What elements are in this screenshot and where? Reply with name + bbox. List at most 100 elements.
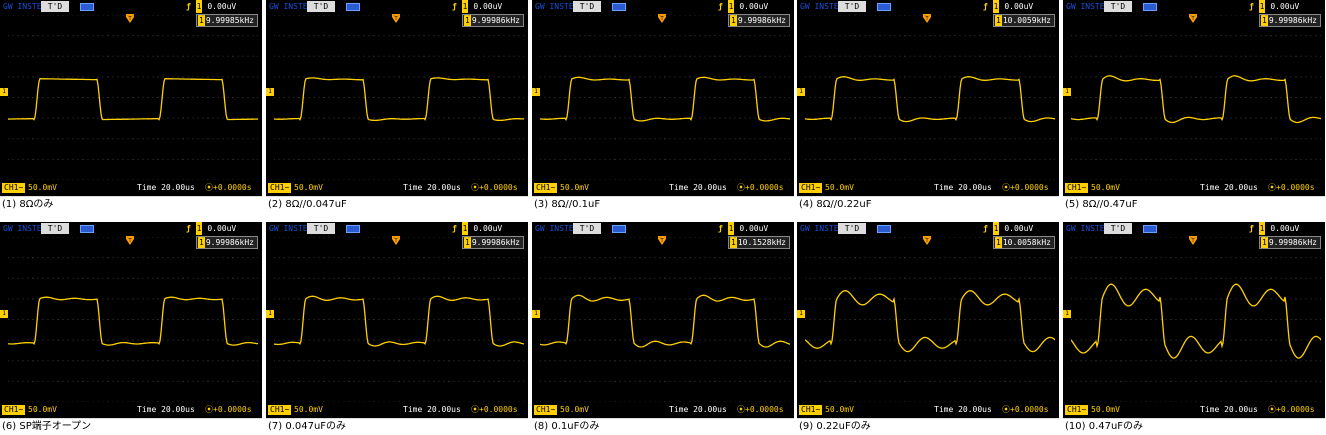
grid-dot xyxy=(1105,138,1107,140)
grid-dot xyxy=(669,360,671,362)
grid-dot xyxy=(107,237,109,238)
grid-dot xyxy=(944,401,946,402)
grid-dot xyxy=(1024,97,1026,98)
grid-dot xyxy=(167,35,169,37)
grid-dot xyxy=(142,401,144,402)
grid-dot xyxy=(879,55,881,57)
grid-dot xyxy=(57,97,59,98)
grid-dot xyxy=(759,158,761,160)
grid-dot xyxy=(343,237,345,238)
grid-dot xyxy=(438,360,440,362)
grid-dot xyxy=(237,158,239,160)
grid-dot xyxy=(689,97,691,98)
grid-dot xyxy=(1075,138,1077,140)
grid-dot xyxy=(1185,15,1187,16)
grid-dot xyxy=(127,179,129,180)
grid-dot xyxy=(498,15,500,16)
grid-dot xyxy=(1140,179,1142,180)
grid-dot xyxy=(8,360,9,362)
grid-dot xyxy=(829,76,831,78)
grid-dot xyxy=(1315,179,1317,180)
grid-dot xyxy=(132,380,134,382)
grid-dot xyxy=(629,158,631,160)
grid-dot xyxy=(764,277,766,279)
grid-dot xyxy=(333,319,335,320)
grid-dot xyxy=(805,319,806,320)
grid-dot xyxy=(674,97,676,98)
grid-dot xyxy=(859,158,861,160)
grid-dot xyxy=(1024,15,1026,16)
grid-dot xyxy=(1260,237,1262,238)
grid-dot xyxy=(694,277,696,279)
grid-dot xyxy=(393,401,395,402)
grid-dot xyxy=(403,76,405,78)
grid-dot xyxy=(308,158,310,160)
grid-dot xyxy=(1024,138,1026,140)
grid-dot xyxy=(889,339,891,341)
grid-dot xyxy=(177,237,179,238)
grid-dot xyxy=(809,298,811,300)
grid-dot xyxy=(112,76,114,78)
grid-dot xyxy=(579,55,581,57)
grid-dot xyxy=(814,117,816,119)
grid-dot xyxy=(714,76,716,78)
grid-dot xyxy=(102,76,104,78)
grid-dot xyxy=(1250,380,1252,382)
time-base: Time 20.00us xyxy=(137,183,195,192)
grid-dot xyxy=(649,319,651,320)
grid-dot xyxy=(854,76,856,78)
grid-dot xyxy=(42,298,44,300)
grid-dot xyxy=(584,360,586,362)
grid-dot xyxy=(274,179,275,180)
grid-dot xyxy=(739,237,741,238)
oscilloscope-screen: GW INSTEK T'D ƒ 1 0.00uV T 1 9.99986kHz 1… xyxy=(0,222,262,418)
grid-dot xyxy=(438,401,440,402)
grid-dot xyxy=(503,35,505,37)
grid-dot xyxy=(1290,298,1292,300)
grid-dot xyxy=(358,158,360,160)
grid-dot xyxy=(584,277,586,279)
grid-dot xyxy=(323,138,325,140)
grid-dot xyxy=(398,257,400,259)
grid-dot xyxy=(1115,257,1117,259)
grid-dot xyxy=(959,360,961,362)
grid-dot xyxy=(1140,339,1142,341)
grid-dot xyxy=(929,237,931,238)
grid-dot xyxy=(192,257,194,259)
grid-dot xyxy=(939,298,941,300)
grid-dot xyxy=(142,360,144,362)
grid-dot xyxy=(202,97,204,98)
grid-dot xyxy=(518,257,520,259)
grid-dot xyxy=(1039,257,1041,259)
grid-dot xyxy=(132,15,134,16)
grid-dot xyxy=(1049,401,1051,402)
grid-dot xyxy=(478,401,480,402)
grid-dot xyxy=(1009,117,1011,119)
grid-dot xyxy=(82,76,84,78)
grid-dot xyxy=(579,117,581,119)
grid-dot xyxy=(202,158,204,160)
grid-dot xyxy=(844,380,846,382)
grid-dot xyxy=(428,179,430,180)
grid-dot xyxy=(1195,257,1197,259)
grid-dot xyxy=(934,138,936,140)
grid-dot xyxy=(1215,55,1217,57)
grid-dot xyxy=(1220,277,1222,279)
grid-dot xyxy=(1200,35,1202,37)
grid-dot xyxy=(202,360,204,362)
grid-dot xyxy=(1155,138,1157,140)
grid-dot xyxy=(278,257,280,259)
grid-dot xyxy=(839,117,841,119)
grid-dot xyxy=(448,237,450,238)
grid-dot xyxy=(744,401,746,402)
grid-dot xyxy=(949,380,951,382)
grid-dot xyxy=(939,76,941,78)
grid-dot xyxy=(22,55,24,57)
grid-dot xyxy=(669,339,671,341)
grid-dot xyxy=(1245,97,1247,98)
grid-dot xyxy=(644,35,646,37)
grid-dot xyxy=(694,339,696,341)
grid-dot xyxy=(979,401,981,402)
grid-dot xyxy=(508,179,510,180)
grid-dot xyxy=(1024,339,1026,341)
